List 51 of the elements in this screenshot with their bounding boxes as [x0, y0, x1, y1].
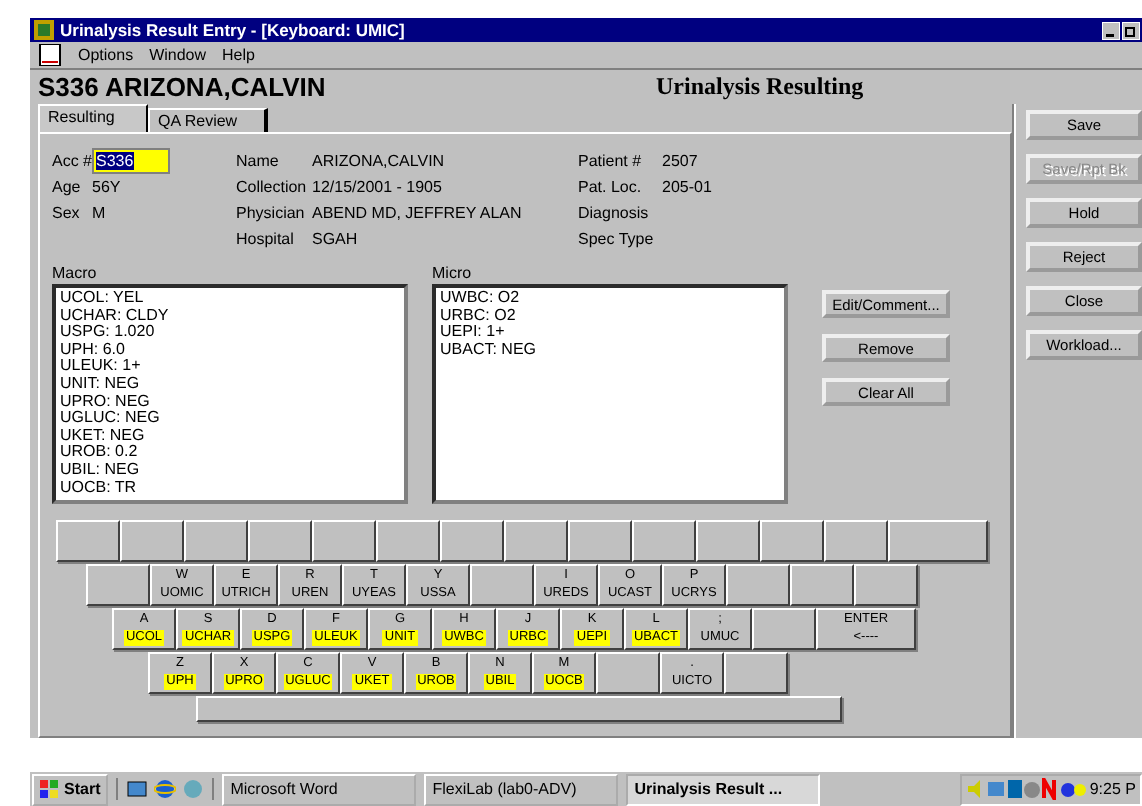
taskbar-button[interactable]: Microsoft Word: [222, 773, 417, 805]
list-item[interactable]: URBC: O2: [440, 307, 780, 325]
list-item[interactable]: UWBC: O2: [440, 290, 780, 308]
menu-item[interactable]: Help: [222, 46, 255, 64]
start-button[interactable]: Start: [32, 773, 109, 805]
screen-heading: Urinalysis Resulting: [656, 72, 864, 102]
field-label: Spec Type: [578, 229, 656, 247]
list-item[interactable]: UKET: NEG: [60, 427, 400, 445]
field-value: ARIZONA,CALVIN: [312, 151, 445, 169]
field-value: M: [92, 203, 106, 221]
field-label: Collection: [236, 177, 309, 195]
field-label: Age: [52, 177, 83, 195]
field-value: 205-01: [662, 177, 712, 195]
list-item[interactable]: UROB: 0.2: [60, 444, 400, 462]
taskbar-button[interactable]: Urinalysis Result ...: [626, 773, 821, 805]
window-title: Urinalysis Result Entry - [Keyboard: UMIC]: [60, 20, 405, 40]
tab[interactable]: Resulting: [38, 104, 148, 132]
field-label: Name: [236, 151, 281, 169]
list-label: Micro: [432, 264, 474, 282]
field-label: Diagnosis: [578, 203, 651, 221]
field-value: 2507: [662, 151, 698, 169]
field-label: Hospital: [236, 229, 296, 247]
field-label: Sex: [52, 203, 82, 221]
list-item[interactable]: UGLUC: NEG: [60, 410, 400, 428]
list-item[interactable]: USPG: 1.020: [60, 324, 400, 342]
field-label: Acc #: [52, 151, 92, 169]
menu-item[interactable]: Options: [78, 46, 134, 64]
field-label: Physician: [236, 203, 307, 221]
list-item[interactable]: UNIT: NEG: [60, 375, 400, 394]
menu-item[interactable]: Window: [149, 46, 207, 64]
field-value: 56Y: [92, 177, 121, 195]
clock: 9:25 P: [1089, 780, 1136, 798]
list-item[interactable]: UPRO: NEG: [60, 393, 400, 411]
field-value: SGAH: [312, 229, 358, 247]
list-item[interactable]: UOCB: TR: [60, 479, 400, 497]
list-item[interactable]: UBIL: NEG: [60, 461, 400, 480]
list-item[interactable]: UBACT: NEG: [440, 341, 780, 359]
field-value: 12/15/2001 - 1905: [312, 177, 442, 195]
field-label: Pat. Loc.: [578, 177, 644, 195]
field-value: ABEND MD, JEFFREY ALAN: [312, 203, 522, 221]
list-item[interactable]: UPH: 6.0: [60, 341, 400, 359]
list-item[interactable]: UEPI: 1+: [440, 324, 780, 342]
tab[interactable]: QA Review: [148, 108, 268, 132]
patient-heading: S336 ARIZONA,CALVIN: [38, 72, 328, 102]
list-item[interactable]: UCHAR: CLDY: [60, 307, 400, 325]
list-label: Macro: [52, 264, 99, 282]
list-item[interactable]: UCOL: YEL: [60, 290, 400, 308]
field-label: Patient #: [578, 151, 644, 169]
input-field[interactable]: S336: [92, 147, 170, 173]
taskbar-button[interactable]: FlexiLab (lab0-ADV): [424, 773, 619, 805]
list-item[interactable]: ULEUK: 1+: [60, 358, 400, 376]
